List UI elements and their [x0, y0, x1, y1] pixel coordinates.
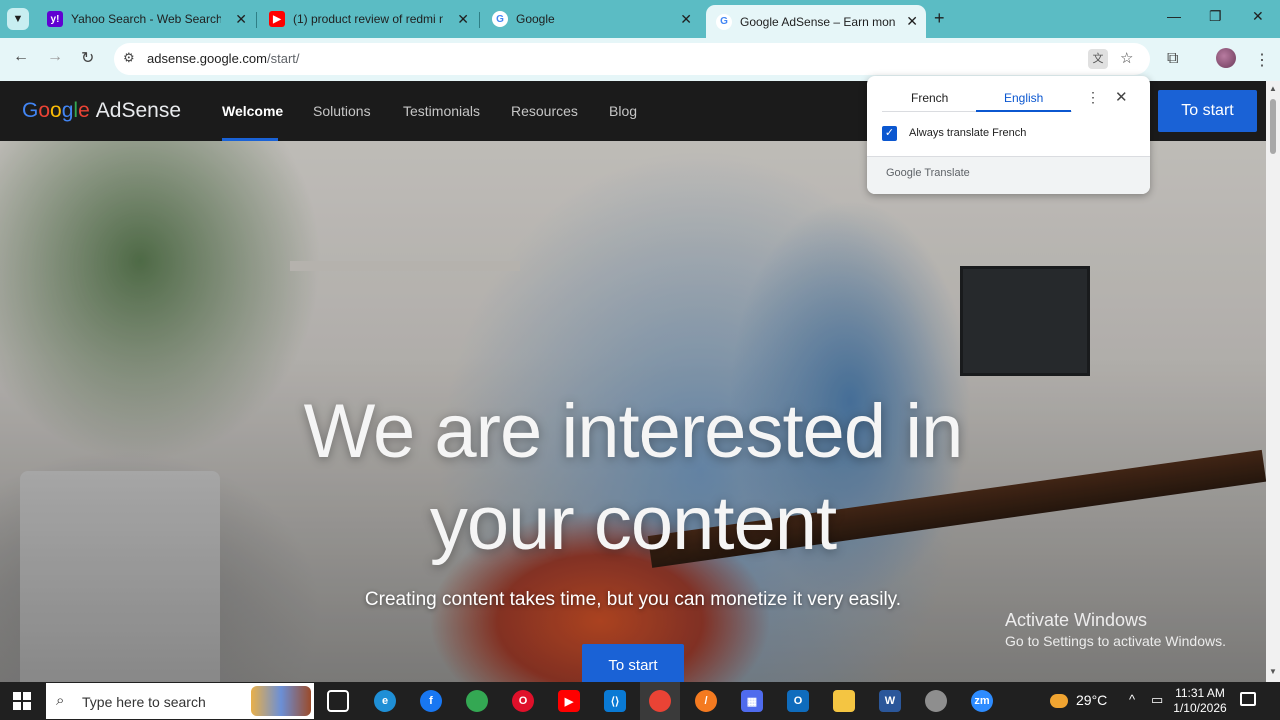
close-icon[interactable]: ✕ [1115, 88, 1128, 106]
hero-headline: We are interested in your content [303, 389, 964, 566]
reload-button[interactable]: ↻ [81, 48, 94, 68]
nav-blog[interactable]: Blog [609, 103, 637, 119]
taskbar-search[interactable]: ⌕ Type here to search [46, 683, 314, 719]
tab-separator [256, 12, 257, 28]
youtube-icon[interactable]: ▶ [558, 690, 580, 712]
vscode-icon[interactable]: ⟨⟩ [604, 690, 626, 712]
extensions-icon[interactable]: ⧉ [1167, 50, 1178, 68]
menu-icon[interactable]: ⋮ [1254, 50, 1270, 70]
scroll-thumb[interactable] [1270, 99, 1276, 154]
windows-taskbar: ⌕ Type here to search e f O ▶ ⟨⟩ / ▦ O W… [0, 682, 1280, 720]
avatar[interactable] [1216, 48, 1236, 68]
hero-start-button[interactable]: To start [582, 644, 684, 682]
close-window-button[interactable]: ✕ [1252, 8, 1264, 25]
file-explorer-icon[interactable] [833, 690, 855, 712]
nav-solutions[interactable]: Solutions [313, 103, 371, 119]
hero-subhead: Creating content takes time, but you can… [364, 589, 902, 610]
tab-search-button[interactable]: ▼ [7, 8, 29, 30]
scroll-up-arrow[interactable]: ▲ [1269, 84, 1277, 93]
tray-chevron-icon[interactable]: ^ [1129, 692, 1135, 707]
windows-start-icon[interactable] [13, 692, 31, 710]
notification-icon[interactable] [1240, 692, 1256, 706]
tab-adsense[interactable]: G Google AdSense – Earn money ✕ [706, 5, 926, 38]
bookmark-star-icon[interactable]: ☆ [1120, 49, 1133, 67]
paint-icon[interactable] [925, 690, 947, 712]
task-view-icon[interactable] [327, 690, 349, 712]
search-highlight-image [251, 686, 311, 716]
new-tab-button[interactable]: + [934, 8, 945, 29]
search-icon: ⌕ [56, 692, 65, 709]
always-translate-label: Always translate French [909, 127, 1027, 139]
zoom-icon[interactable]: zm [971, 690, 993, 712]
chrome-icon[interactable] [466, 690, 488, 712]
active-lang-indicator [976, 110, 1071, 112]
battery-icon[interactable]: ▭ [1151, 692, 1163, 708]
browser-toolbar: ← → ↻ ⚙ adsense.google.com/start/ 文 ☆ ⧉ … [0, 38, 1280, 81]
nav-active-indicator [222, 138, 278, 141]
close-icon[interactable]: ✕ [457, 11, 469, 28]
tab-youtube[interactable]: ▶ (1) product review of redmi note ✕ [259, 6, 477, 32]
scroll-down-arrow[interactable]: ▼ [1269, 667, 1277, 676]
chrome-active-icon[interactable] [649, 690, 671, 712]
back-button[interactable]: ← [13, 48, 29, 66]
weather-widget[interactable]: 29°C [1050, 692, 1107, 709]
translate-icon[interactable]: 文 [1088, 49, 1108, 69]
tab-strip: ▼ y! Yahoo Search - Web Search ✕ ▶ (1) p… [0, 0, 1280, 38]
clock[interactable]: 11:31 AM 1/10/2026 [1170, 686, 1230, 716]
opera-icon[interactable]: O [512, 690, 534, 712]
forward-button[interactable]: → [47, 48, 63, 66]
nav-testimonials[interactable]: Testimonials [403, 103, 480, 119]
youtube-icon: ▶ [269, 11, 285, 27]
close-icon[interactable]: ✕ [680, 11, 692, 28]
nav-start-button[interactable]: To start [1158, 90, 1257, 132]
tab-yahoo[interactable]: y! Yahoo Search - Web Search ✕ [37, 6, 255, 32]
activate-windows-watermark: Activate Windows Go to Settings to activ… [1005, 610, 1226, 649]
weather-icon [1050, 694, 1068, 709]
lang-tab-french[interactable]: French [911, 91, 948, 105]
app-orange-icon[interactable]: / [695, 690, 717, 712]
word-icon[interactable]: W [879, 690, 901, 712]
google-icon: G [492, 11, 508, 27]
always-translate-checkbox[interactable]: ✓ [882, 126, 897, 141]
edge-icon[interactable]: e [374, 690, 396, 712]
nav-resources[interactable]: Resources [511, 103, 578, 119]
translate-popup: French English ⋮ ✕ ✓ Always translate Fr… [867, 76, 1150, 194]
adsense-logo[interactable]: Google AdSense [22, 99, 181, 123]
tab-separator [479, 12, 480, 28]
tab-google[interactable]: G Google ✕ [482, 6, 700, 32]
url-text[interactable]: adsense.google.com/start/ [147, 51, 300, 66]
minimize-button[interactable]: — [1167, 8, 1181, 24]
lang-tab-english[interactable]: English [1004, 91, 1043, 105]
page-scrollbar[interactable]: ▲ ▼ [1266, 81, 1280, 682]
facebook-icon[interactable]: f [420, 690, 442, 712]
store-icon[interactable]: ▦ [741, 690, 763, 712]
close-icon[interactable]: ✕ [906, 13, 918, 30]
google-translate-logo: Google Translate [886, 167, 970, 179]
nav-welcome[interactable]: Welcome [222, 103, 283, 119]
maximize-button[interactable]: ❐ [1209, 8, 1222, 25]
more-options-icon[interactable]: ⋮ [1086, 89, 1100, 106]
translate-footer: Google Translate [867, 156, 1150, 194]
google-icon: G [716, 13, 732, 30]
site-info-icon[interactable]: ⚙ [123, 50, 135, 66]
address-bar[interactable]: ⚙ adsense.google.com/start/ 文 ☆ [114, 43, 1150, 75]
yahoo-icon: y! [47, 11, 63, 27]
close-icon[interactable]: ✕ [235, 11, 247, 28]
outlook-icon[interactable]: O [787, 690, 809, 712]
